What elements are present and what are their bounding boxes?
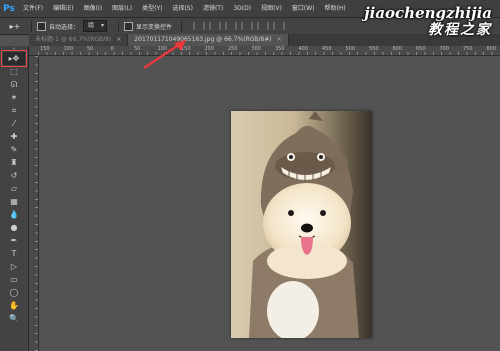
eyedropper-tool[interactable]: ⁄	[3, 117, 25, 130]
align-right-icon[interactable]	[273, 22, 286, 30]
brush-tool[interactable]: ✎	[3, 143, 25, 156]
tab-close-icon[interactable]: ×	[116, 36, 121, 43]
ruler-label: 0	[110, 46, 114, 52]
ruler-label: 200	[204, 46, 215, 52]
ruler-label: 600	[392, 46, 403, 52]
menu-item[interactable]: 文件(F)	[18, 0, 48, 17]
auto-select-checkbox[interactable]	[37, 21, 46, 31]
history-brush-tool[interactable]: ↺	[3, 169, 25, 182]
zoom-tool[interactable]: 🔍	[3, 312, 25, 325]
menu-item[interactable]: 类型(Y)	[137, 0, 167, 17]
type-tool[interactable]: T	[3, 247, 25, 260]
move-tool[interactable]: ▸✥	[1, 50, 27, 67]
clone-stamp-tool[interactable]: ♜	[3, 156, 25, 169]
watermark-chinese: 教程之家	[428, 22, 492, 39]
shape-tool[interactable]: ▭	[3, 273, 25, 286]
menu-item[interactable]: 编辑(E)	[48, 0, 78, 17]
tab-untitled[interactable]: 未标题-1 @ 66.7%(RGB/8) ×	[29, 34, 129, 46]
healing-brush-tool[interactable]: ✚	[3, 130, 25, 143]
watermark-latin: jiaochengzhijia	[364, 4, 492, 22]
align-top-icon[interactable]	[193, 22, 206, 30]
ruler-label: 100	[63, 46, 74, 52]
menu-item[interactable]: 3D(D)	[228, 0, 256, 17]
marquee-tool[interactable]: ⬚	[3, 65, 25, 78]
horizontal-ruler[interactable]: 150 100 50 0 50 100 150 200 250 300 350 400 450 500 55…	[38, 46, 500, 56]
menu-item[interactable]: 选择(S)	[167, 0, 198, 17]
divider	[31, 20, 32, 32]
crop-tool[interactable]: ⌗	[3, 104, 25, 117]
ruler-label: 650	[416, 46, 426, 52]
align-vcenter-icon[interactable]	[209, 22, 222, 30]
watermark: jiaochengzhijia 教程之家	[364, 4, 492, 39]
transform-controls-checkbox[interactable]	[124, 21, 134, 31]
ruler-label: 300	[251, 46, 262, 52]
align-buttons	[193, 22, 286, 30]
ruler-label: 450	[322, 46, 332, 52]
dodge-tool[interactable]: ●	[3, 221, 25, 234]
vertical-ruler[interactable]	[29, 56, 39, 351]
auto-select-label: 自动选择：	[49, 23, 80, 31]
ruler-label: 350	[275, 46, 285, 52]
dog-photo	[231, 111, 372, 338]
blur-tool[interactable]: 💧	[3, 208, 25, 221]
align-bottom-icon[interactable]	[225, 22, 238, 30]
gradient-tool[interactable]: ▦	[3, 195, 25, 208]
ruler-label: 400	[298, 46, 309, 52]
ruler-label: 750	[463, 46, 473, 52]
menu-item[interactable]: 图层(L)	[107, 0, 137, 17]
align-left-icon[interactable]	[241, 22, 254, 30]
tab-label: 未标题-1 @ 66.7%(RGB/8)	[35, 36, 112, 43]
menu-item[interactable]: 帮助(H)	[320, 0, 351, 17]
tool-preset-picker[interactable]: ▸+	[4, 20, 26, 32]
ruler-label: 500	[345, 46, 356, 52]
path-selection-tool[interactable]: ▷	[3, 260, 25, 273]
transform-controls-label: 显示变换控件	[136, 23, 173, 31]
magic-wand-tool[interactable]: ✶	[3, 91, 25, 104]
menu-item[interactable]: 图像(I)	[79, 0, 107, 17]
ruler-label: 700	[439, 46, 450, 52]
divider	[118, 20, 120, 32]
ellipse-tool[interactable]: ◯	[3, 286, 25, 299]
divider	[181, 20, 183, 32]
menu-item[interactable]: 滤镜(T)	[198, 0, 228, 17]
photoshop-logo: Ps	[3, 3, 15, 14]
ruler-label: 50	[87, 46, 94, 52]
lasso-tool[interactable]: ᘏ	[3, 78, 25, 91]
align-hcenter-icon[interactable]	[257, 22, 270, 30]
auto-select-dropdown[interactable]: 组	[83, 20, 108, 32]
eraser-tool[interactable]: ▱	[3, 182, 25, 195]
ruler-label: 550	[369, 46, 379, 52]
hand-tool[interactable]: ✋	[3, 299, 25, 312]
pen-tool[interactable]: ✒	[3, 234, 25, 247]
menu-item[interactable]: 窗口(W)	[287, 0, 320, 17]
ruler-label: 150	[40, 46, 50, 52]
ruler-label: 250	[228, 46, 238, 52]
ruler-label: 800	[486, 46, 497, 52]
tab-close-icon[interactable]: ×	[277, 36, 282, 43]
toolbox: » ▸✥ ⬚ ᘏ ✶ ⌗ ⁄ ✚ ✎ ♜ ↺ ▱ ▦ 💧 ● ✒ T ▷ ▭ ◯ ✋ 🔍	[0, 46, 29, 351]
menu-item[interactable]: 视图(V)	[256, 0, 287, 17]
annotation-arrow	[143, 40, 186, 70]
canvas-image-dog[interactable]	[231, 111, 372, 338]
